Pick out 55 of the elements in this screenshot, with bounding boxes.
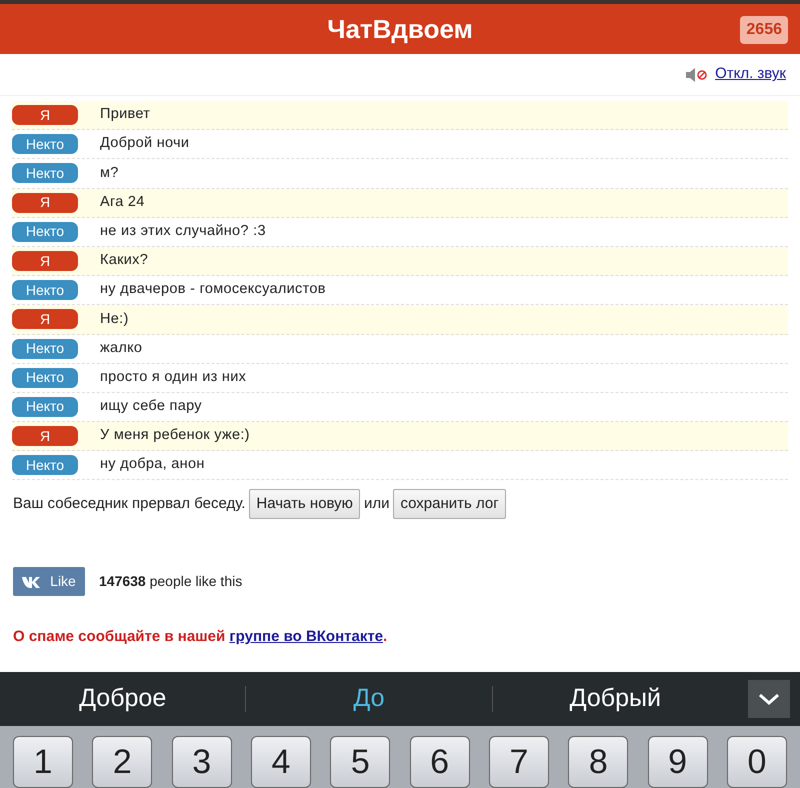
author-badge: Я <box>12 105 78 126</box>
number-key[interactable]: 6 <box>410 736 470 788</box>
author-badge: Некто <box>12 280 78 300</box>
author-badge: Некто <box>12 163 78 184</box>
message-text: Ага 24 <box>100 192 145 212</box>
message-text: Не:) <box>100 310 129 329</box>
chat-ended-notice: Ваш собеседник прервал беседу. <box>13 494 246 514</box>
author-badge: Некто <box>12 222 78 242</box>
collapse-button[interactable] <box>748 680 790 718</box>
vk-like-button[interactable]: Like <box>13 567 85 596</box>
muted-speaker-icon <box>685 66 708 82</box>
site-title: ЧатВдвоем <box>327 12 473 46</box>
number-key[interactable]: 5 <box>330 736 390 788</box>
message-text: просто я один из них <box>100 368 246 387</box>
author-badge: Некто <box>12 455 78 476</box>
message-text: Доброй ночи <box>100 134 190 154</box>
spam-notice: О спаме сообщайте в нашей <box>13 627 226 648</box>
number-key[interactable]: 3 <box>172 736 232 788</box>
vk-logo-icon <box>22 576 42 588</box>
number-key[interactable]: 0 <box>726 736 787 788</box>
message-text: м? <box>100 164 119 183</box>
author-badge: Некто <box>12 396 78 417</box>
like-count-text: 147638 people like this <box>99 572 242 592</box>
author-badge: Некто <box>12 368 78 388</box>
number-key[interactable]: 4 <box>250 736 311 788</box>
number-key[interactable]: 8 <box>568 736 628 788</box>
message-text: Каких? <box>100 251 148 270</box>
author-badge: Я <box>12 426 78 446</box>
author-badge: Некто <box>12 338 78 359</box>
message-text: не из этих случайно? :3 <box>100 222 266 241</box>
number-key[interactable]: 1 <box>13 736 73 788</box>
vk-group-link[interactable]: группе во ВКонтакте <box>229 626 384 649</box>
period-text: . <box>383 627 388 648</box>
author-badge: Я <box>12 251 78 272</box>
save-log-button[interactable]: сохранить лог <box>393 489 506 520</box>
author-badge: Я <box>12 309 78 330</box>
author-badge: Я <box>12 192 78 213</box>
message-text: жалко <box>100 338 142 358</box>
or-text: или <box>364 494 390 514</box>
message-text: ну двачеров - гомосексуалистов <box>100 280 326 300</box>
mute-link[interactable]: Откл. звук <box>715 63 786 86</box>
number-key[interactable]: 7 <box>488 736 549 788</box>
new-chat-button[interactable]: Начать новую <box>249 489 360 520</box>
message-text: Привет <box>100 105 150 124</box>
author-badge: Некто <box>12 134 78 154</box>
online-count: 2656 <box>740 16 788 44</box>
chevron-down-icon <box>758 693 780 705</box>
suggestion-item[interactable]: До <box>246 680 492 718</box>
suggestion-item[interactable]: Добрый <box>492 680 738 718</box>
number-key[interactable]: 9 <box>648 736 708 788</box>
number-key[interactable]: 2 <box>92 736 152 788</box>
suggestion-item[interactable]: Доброе <box>0 680 246 718</box>
message-text: ищу себе пару <box>100 397 202 416</box>
message-text: У меня ребенок уже:) <box>100 426 250 446</box>
message-text: ну добра, анон <box>100 455 205 474</box>
